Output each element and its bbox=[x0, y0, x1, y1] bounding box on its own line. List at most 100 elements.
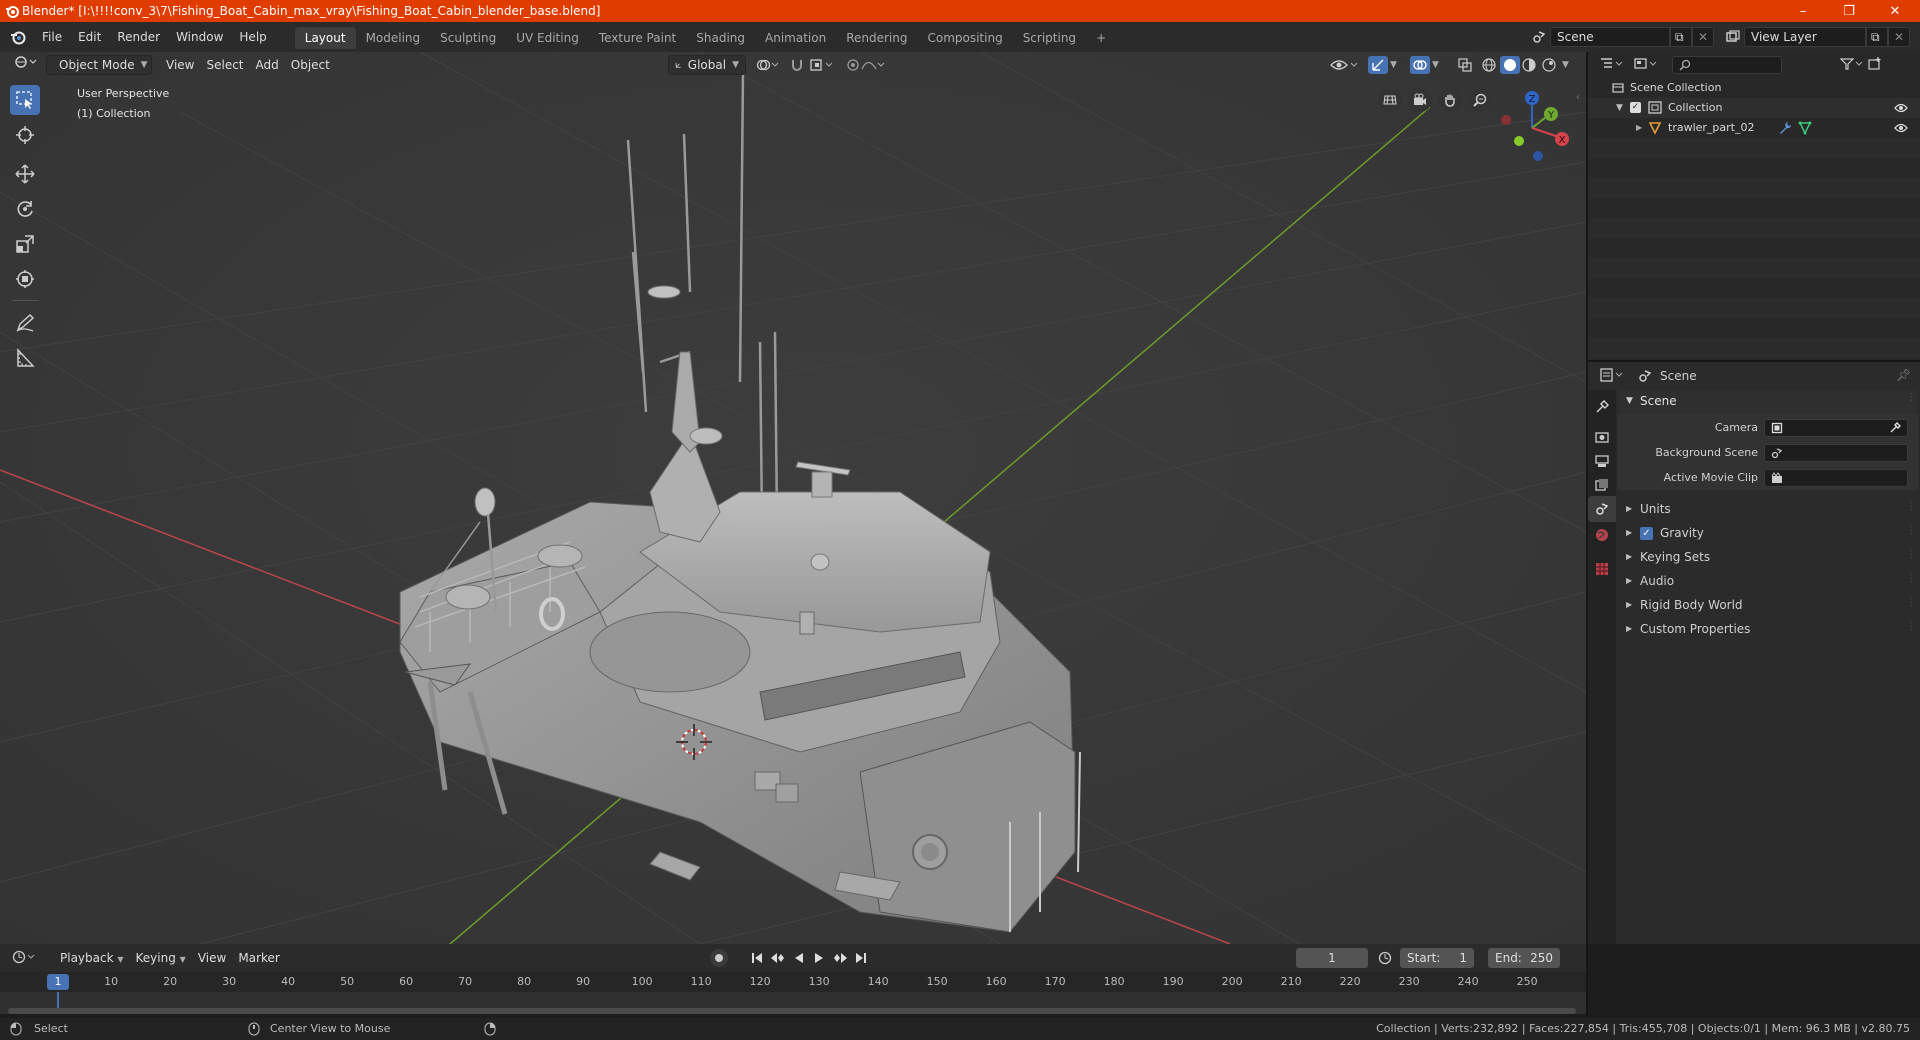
select-box-tool[interactable] bbox=[10, 85, 40, 115]
area-divider-horizontal[interactable] bbox=[1588, 360, 1920, 362]
tab-animation[interactable]: Animation bbox=[755, 27, 836, 49]
scene-panel-header[interactable]: ▼ Scene ⋮⋮ bbox=[1618, 390, 1920, 414]
drag-handle-icon[interactable]: ⋮⋮ bbox=[1906, 573, 1920, 584]
visibility-icon[interactable] bbox=[1330, 58, 1360, 75]
chevron-down-icon[interactable]: ▼ bbox=[1432, 60, 1439, 70]
drag-handle-icon[interactable]: ⋮⋮ bbox=[1906, 597, 1920, 608]
filter-icon[interactable] bbox=[1839, 57, 1866, 74]
tab-uv-editing[interactable]: UV Editing bbox=[506, 27, 589, 49]
panel-gravity[interactable]: ▶ ✓ Gravity ⋮⋮ bbox=[1618, 522, 1920, 546]
xray-toggle-icon[interactable] bbox=[1458, 58, 1472, 75]
timeline-menu-playback[interactable]: Playback ▼ bbox=[54, 948, 130, 968]
next-keyframe-icon[interactable] bbox=[832, 951, 848, 965]
minimize-button[interactable]: – bbox=[1780, 0, 1826, 22]
properties-editor-type-icon[interactable] bbox=[1600, 367, 1626, 385]
outliner-row-object[interactable]: ▶ trawler_part_02 bbox=[1588, 118, 1920, 138]
scene-selector[interactable]: Scene ⧉ ✕ bbox=[1528, 27, 1714, 47]
tab-rendering[interactable]: Rendering bbox=[836, 27, 917, 49]
menu-edit[interactable]: Edit bbox=[70, 22, 109, 52]
orientation-dropdown[interactable]: Global ▼ bbox=[668, 55, 746, 75]
viewport-menu-add[interactable]: Add bbox=[250, 55, 285, 75]
new-collection-icon[interactable] bbox=[1868, 56, 1882, 74]
transform-tool[interactable] bbox=[10, 264, 40, 294]
proportional-edit-icon[interactable] bbox=[846, 58, 886, 75]
jump-start-icon[interactable] bbox=[750, 951, 764, 965]
current-frame-field[interactable]: 1 bbox=[1296, 948, 1368, 968]
tab-scene-icon[interactable] bbox=[1595, 502, 1609, 516]
panel-audio[interactable]: ▶ Audio ⋮⋮ bbox=[1618, 570, 1920, 594]
viewport-menu-view[interactable]: View bbox=[160, 55, 200, 75]
cursor-tool[interactable] bbox=[10, 120, 40, 150]
tab-layout[interactable]: Layout bbox=[294, 27, 356, 49]
play-icon[interactable] bbox=[812, 951, 826, 965]
display-mode-icon[interactable] bbox=[1634, 57, 1664, 74]
drag-handle-icon[interactable]: ⋮⋮ bbox=[1906, 549, 1920, 560]
pan-hand-icon[interactable] bbox=[1438, 88, 1462, 112]
rotate-tool[interactable] bbox=[10, 194, 40, 224]
view-layer-remove-icon[interactable]: ✕ bbox=[1888, 27, 1910, 47]
end-frame-field[interactable]: End: 250 bbox=[1488, 948, 1560, 968]
drag-handle-icon[interactable]: ⋮⋮ bbox=[1906, 621, 1920, 632]
blender-menu-icon[interactable] bbox=[10, 29, 26, 45]
timeline-menu-marker[interactable]: Marker bbox=[232, 948, 285, 968]
drag-handle-icon[interactable]: ⋮⋮ bbox=[1906, 392, 1920, 403]
tab-texture-icon[interactable] bbox=[1595, 562, 1609, 576]
sidebar-toggle-icon[interactable]: ‹ bbox=[1576, 92, 1580, 103]
chevron-down-icon[interactable]: ▼ bbox=[1390, 60, 1397, 70]
chevron-down-icon[interactable]: ▼ bbox=[1562, 60, 1569, 70]
play-reverse-icon[interactable] bbox=[792, 951, 806, 965]
view-layer-name-field[interactable]: View Layer bbox=[1744, 27, 1866, 47]
panel-rigid-body-world[interactable]: ▶ Rigid Body World ⋮⋮ bbox=[1618, 594, 1920, 618]
viewport-menu-object[interactable]: Object bbox=[285, 55, 336, 75]
view-layer-copy-icon[interactable]: ⧉ bbox=[1866, 27, 1888, 47]
wireframe-shading-icon[interactable] bbox=[1482, 58, 1496, 75]
tab-texture-paint[interactable]: Texture Paint bbox=[589, 27, 686, 49]
expand-arrow-icon[interactable]: ▼ bbox=[1616, 98, 1623, 118]
move-tool[interactable] bbox=[10, 159, 40, 189]
menu-file[interactable]: File bbox=[34, 22, 70, 52]
eye-visibility-icon[interactable] bbox=[1894, 103, 1908, 113]
solid-shading-icon[interactable] bbox=[1500, 56, 1520, 74]
annotate-tool[interactable] bbox=[10, 308, 40, 338]
timeline-menu-view[interactable]: View bbox=[192, 948, 232, 968]
area-divider-vertical[interactable] bbox=[1586, 52, 1588, 1018]
panel-keying-sets[interactable]: ▶ Keying Sets ⋮⋮ bbox=[1618, 546, 1920, 570]
3d-viewport[interactable]: Object Mode ▼ View Select Add Object Glo… bbox=[0, 52, 1586, 944]
gizmo-neg-y[interactable] bbox=[1514, 136, 1524, 146]
tab-render-icon[interactable] bbox=[1595, 430, 1609, 444]
add-workspace-button[interactable]: + bbox=[1086, 27, 1116, 49]
timeline-editor-type-icon[interactable] bbox=[12, 950, 46, 967]
snap-icon[interactable] bbox=[790, 58, 804, 75]
close-button[interactable]: ✕ bbox=[1872, 0, 1918, 22]
scene-remove-icon[interactable]: ✕ bbox=[1692, 27, 1714, 47]
modifier-wrench-icon[interactable] bbox=[1778, 121, 1792, 135]
menu-render[interactable]: Render bbox=[109, 22, 168, 52]
tab-world-icon[interactable] bbox=[1595, 528, 1609, 542]
scene-name-field[interactable]: Scene bbox=[1550, 27, 1670, 47]
navigation-gizmo[interactable]: Z Y X bbox=[1494, 84, 1570, 164]
background-scene-field[interactable] bbox=[1764, 444, 1908, 462]
gizmo-neg-z[interactable] bbox=[1533, 151, 1543, 161]
timeline-menu-keying[interactable]: Keying ▼ bbox=[130, 948, 192, 968]
jump-end-icon[interactable] bbox=[854, 951, 868, 965]
zoom-icon[interactable] bbox=[1468, 88, 1492, 112]
collection-checkbox[interactable]: ✓ bbox=[1630, 102, 1641, 113]
viewport-menu-select[interactable]: Select bbox=[200, 55, 249, 75]
measure-tool[interactable] bbox=[10, 343, 40, 373]
editor-type-icon[interactable] bbox=[8, 55, 42, 75]
prev-keyframe-icon[interactable] bbox=[770, 951, 786, 965]
scale-tool[interactable] bbox=[10, 229, 40, 259]
active-movie-clip-field[interactable] bbox=[1764, 469, 1908, 487]
pin-icon[interactable]: 📌︎ bbox=[1896, 368, 1911, 382]
camera-view-icon[interactable] bbox=[1408, 88, 1432, 112]
camera-field[interactable] bbox=[1764, 419, 1908, 437]
eyedropper-icon[interactable] bbox=[1889, 422, 1901, 434]
tab-sculpting[interactable]: Sculpting bbox=[430, 27, 506, 49]
menu-window[interactable]: Window bbox=[168, 22, 231, 52]
panel-units[interactable]: ▶ Units ⋮⋮ bbox=[1618, 498, 1920, 522]
scene-copy-icon[interactable]: ⧉ bbox=[1670, 27, 1692, 47]
viewport-scene[interactable] bbox=[0, 52, 1586, 944]
tab-compositing[interactable]: Compositing bbox=[917, 27, 1012, 49]
gizmo-toggle-icon[interactable] bbox=[1368, 56, 1388, 74]
mesh-data-icon[interactable] bbox=[1798, 121, 1812, 135]
